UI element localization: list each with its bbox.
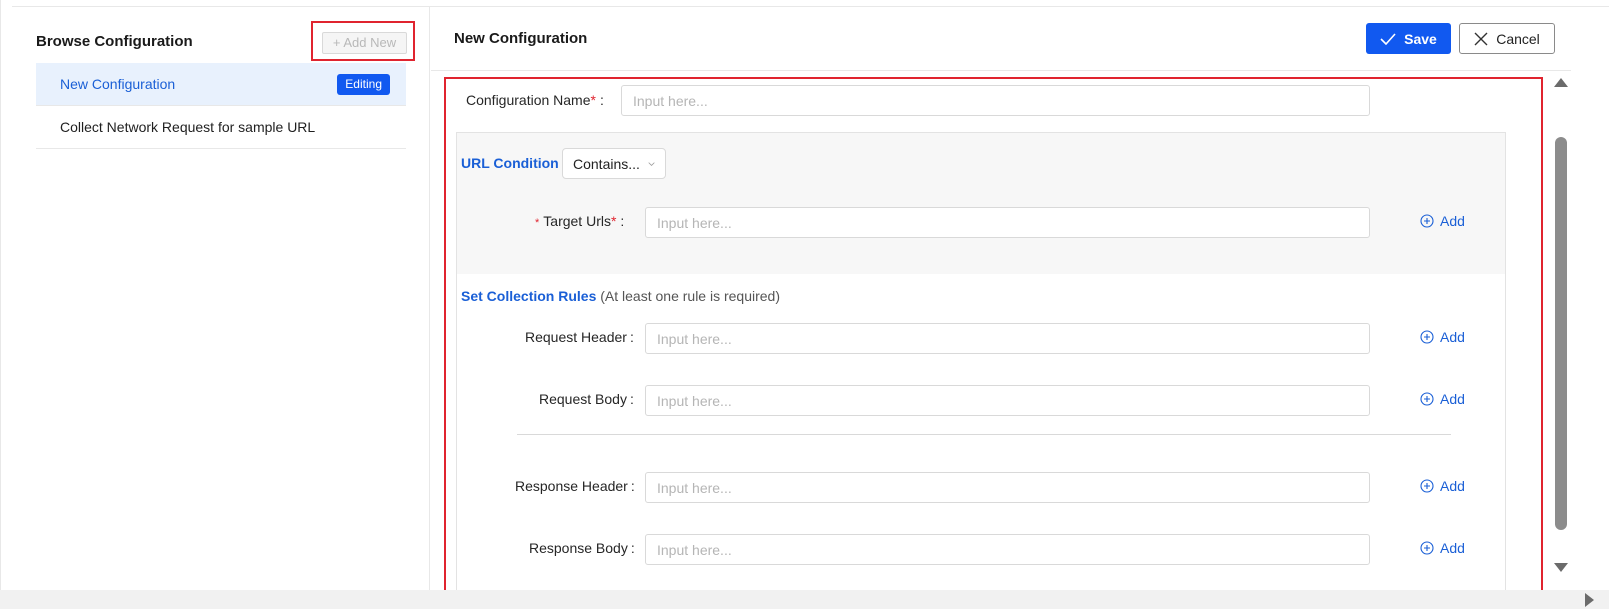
response-header-add-button[interactable]: Add bbox=[1420, 478, 1465, 494]
plus-circle-icon bbox=[1420, 479, 1434, 493]
editing-badge: Editing bbox=[337, 74, 390, 95]
save-button-label: Save bbox=[1404, 30, 1437, 47]
check-icon bbox=[1380, 32, 1396, 45]
url-condition-select-value: Contains... bbox=[573, 155, 640, 172]
collection-rules-section: Set Collection Rules (At least one rule … bbox=[456, 274, 1506, 590]
plus-circle-icon bbox=[1420, 330, 1434, 344]
add-new-highlight: + Add New bbox=[311, 21, 415, 61]
config-list-item-new[interactable]: New Configuration Editing bbox=[36, 63, 406, 106]
target-urls-input[interactable] bbox=[645, 207, 1370, 238]
horizontal-scrollbar[interactable] bbox=[0, 590, 1609, 609]
header-divider bbox=[431, 70, 1571, 71]
save-button[interactable]: Save bbox=[1366, 23, 1451, 54]
request-body-add-button[interactable]: Add bbox=[1420, 391, 1465, 407]
page-title: New Configuration bbox=[454, 30, 588, 47]
config-name-label: Configuration Name*: bbox=[466, 92, 604, 108]
app-root: Browse Configuration + Add New New Confi… bbox=[0, 0, 1609, 609]
request-header-add-button[interactable]: Add bbox=[1420, 329, 1465, 345]
config-list-item-label: New Configuration bbox=[60, 76, 176, 92]
browse-panel: Browse Configuration + Add New New Confi… bbox=[1, 7, 430, 590]
cancel-button-label: Cancel bbox=[1496, 30, 1540, 47]
url-condition-section: URL Condition Contains... * Target Urls*:… bbox=[456, 132, 1506, 274]
config-form-highlight: Configuration Name*: URL Condition Conta… bbox=[444, 77, 1543, 592]
cancel-button[interactable]: Cancel bbox=[1459, 23, 1555, 54]
plus-circle-icon bbox=[1420, 541, 1434, 555]
add-new-button[interactable]: + Add New bbox=[322, 32, 407, 54]
collection-rules-title: Set Collection Rules (At least one rule … bbox=[461, 288, 781, 304]
target-urls-add-button[interactable]: Add bbox=[1420, 213, 1465, 229]
config-list-item-sample[interactable]: Collect Network Request for sample URL bbox=[36, 106, 406, 149]
response-body-add-button[interactable]: Add bbox=[1420, 540, 1465, 556]
config-list-item-label: Collect Network Request for sample URL bbox=[60, 119, 316, 135]
response-body-label: Response Body: bbox=[529, 540, 635, 556]
collection-rules-note: (At least one rule is required) bbox=[600, 288, 781, 304]
config-list: New Configuration Editing Collect Networ… bbox=[36, 63, 406, 149]
request-body-input[interactable] bbox=[645, 385, 1370, 416]
vertical-scrollbar-thumb[interactable] bbox=[1555, 137, 1567, 530]
config-name-input[interactable] bbox=[621, 85, 1370, 116]
response-header-input[interactable] bbox=[645, 472, 1370, 503]
rules-divider bbox=[517, 434, 1451, 435]
request-body-label: Request Body: bbox=[539, 391, 634, 407]
plus-circle-icon bbox=[1420, 392, 1434, 406]
scroll-right-arrow-icon[interactable] bbox=[1585, 593, 1594, 607]
target-urls-label: * Target Urls*: bbox=[535, 213, 625, 229]
required-mark: * bbox=[590, 92, 596, 108]
scroll-up-arrow-icon[interactable] bbox=[1554, 78, 1568, 87]
response-header-label: Response Header: bbox=[515, 478, 635, 494]
url-condition-select[interactable]: Contains... bbox=[562, 148, 666, 179]
response-body-input[interactable] bbox=[645, 534, 1370, 565]
plus-circle-icon bbox=[1420, 214, 1434, 228]
chevron-down-icon bbox=[648, 161, 655, 166]
request-header-label: Request Header: bbox=[525, 329, 634, 345]
request-header-input[interactable] bbox=[645, 323, 1370, 354]
browse-title: Browse Configuration bbox=[36, 33, 193, 50]
url-condition-title: URL Condition bbox=[461, 155, 559, 171]
scroll-down-arrow-icon[interactable] bbox=[1554, 563, 1568, 572]
close-icon bbox=[1474, 32, 1488, 45]
